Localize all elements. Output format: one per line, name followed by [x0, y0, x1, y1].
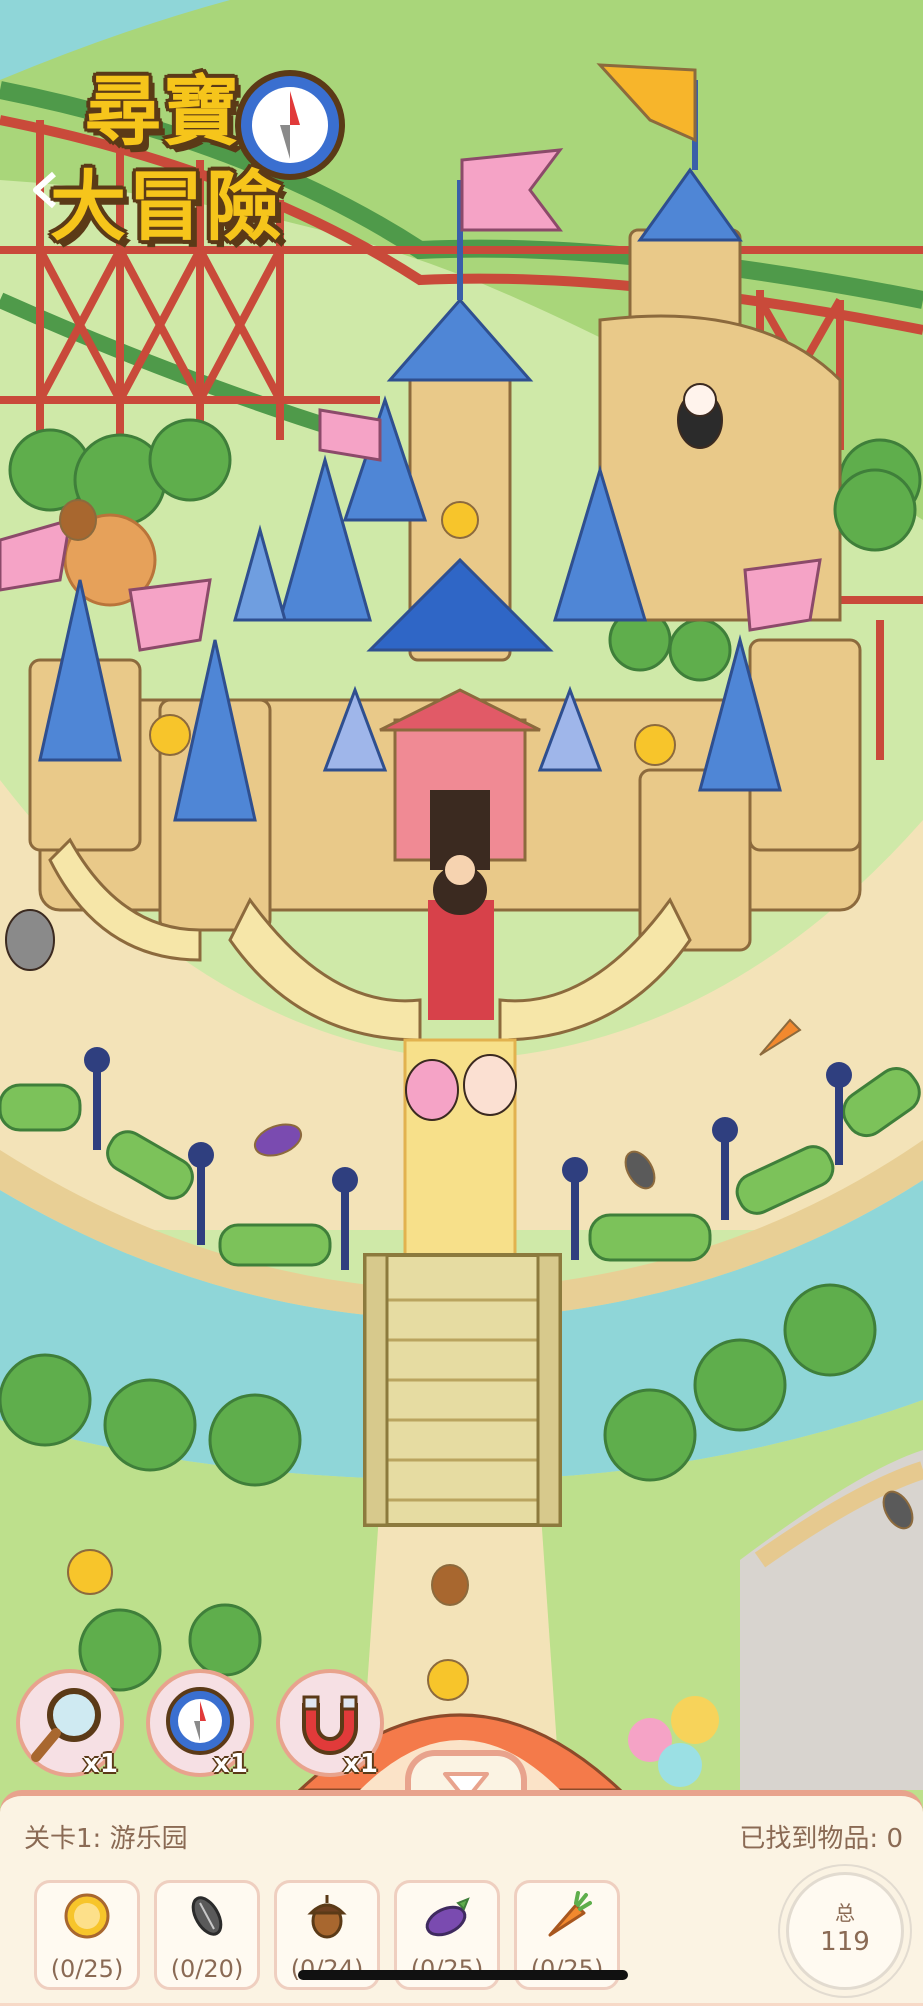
item-slot-coin[interactable]: (0/25) — [34, 1880, 140, 1990]
magnifier-count: x1 — [83, 1749, 118, 1779]
total-label: 总 — [835, 1901, 855, 1925]
magnet-tool-button[interactable]: x1 — [272, 1665, 388, 1781]
magnet-count: x1 — [343, 1749, 378, 1779]
logo-title-line2: 大冒險 — [50, 162, 284, 251]
found-count-label: 已找到物品: 0 — [739, 1824, 903, 1854]
total-value: 119 — [820, 1927, 870, 1957]
home-indicator[interactable] — [298, 1970, 628, 1980]
coin-icon — [64, 1893, 110, 1939]
logo-title-line1: 尋寶 — [85, 67, 241, 156]
eggplant-icon — [425, 1897, 470, 1937]
compass-count: x1 — [213, 1749, 248, 1779]
game-logo: 尋寶 大冒險 — [30, 50, 360, 251]
magnifier-tool-button[interactable]: x1 — [12, 1665, 128, 1781]
item-progress: (0/25) — [50, 1955, 124, 1983]
carrot-icon — [548, 1891, 592, 1937]
level-label: 关卡1: 游乐园 — [24, 1824, 188, 1854]
sunflower-seed-icon — [191, 1896, 223, 1936]
item-slot-sunflower-seed[interactable]: (0/20) — [154, 1880, 260, 1990]
item-progress: (0/20) — [170, 1955, 244, 1983]
total-items-badge: 总 119 — [786, 1872, 904, 1990]
compass-tool-button[interactable]: x1 — [142, 1665, 258, 1781]
acorn-icon — [307, 1895, 347, 1939]
amusement-park-scene — [0, 0, 923, 2000]
